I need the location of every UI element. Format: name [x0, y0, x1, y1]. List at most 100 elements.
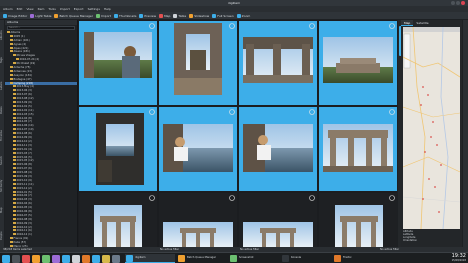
app-launcher-icon[interactable]: [2, 254, 10, 263]
toolbar-label: Preview: [144, 13, 157, 18]
album-label: 2015-03 (7): [16, 151, 32, 155]
quicklaunch-10-icon[interactable]: [112, 254, 120, 263]
toolbar-label: Table: [178, 13, 187, 18]
thumbnail-9[interactable]: [79, 193, 157, 247]
folder-icon: [13, 217, 16, 220]
thumbnail-1[interactable]: [79, 21, 157, 105]
album-label: Aveyron (134): [13, 73, 32, 77]
folder-icon: [10, 38, 13, 41]
map-tab-map[interactable]: Map: [401, 20, 414, 26]
toolbar-batch-queue-button[interactable]: Batch Queue Manager: [54, 13, 93, 18]
toolbar-import-button[interactable]: Import: [95, 13, 111, 18]
taskbar-task[interactable]: Screenshot: [229, 254, 279, 263]
clock[interactable]: 19:32 15/08/2018: [438, 254, 466, 263]
toolbar-table-button[interactable]: Table: [173, 13, 187, 18]
album-label: 2016-08 (9): [16, 217, 32, 221]
folder-icon: [13, 178, 16, 181]
album-label: 2005 (1): [13, 34, 25, 38]
toolbar-fullscreen-button[interactable]: Full Screen: [212, 13, 234, 18]
menu-view[interactable]: View: [26, 7, 33, 11]
maximize-button[interactable]: [456, 1, 460, 5]
map-view[interactable]: [403, 27, 460, 229]
folder-icon: [13, 143, 16, 146]
album-label: 2015-07 (6): [16, 167, 32, 171]
zoom-icon: [236, 13, 241, 18]
image-editor-icon: [3, 13, 7, 18]
quicklaunch-3-icon[interactable]: [42, 254, 50, 263]
quicklaunch-2-icon[interactable]: [32, 254, 40, 263]
album-label: 06 Les Vosges: [16, 54, 35, 58]
folder-icon: [13, 202, 16, 205]
menu-item[interactable]: Item: [38, 7, 45, 11]
folder-icon: [10, 81, 13, 84]
album-label: France (91): [13, 237, 29, 241]
toolbar-label: Import: [100, 13, 111, 18]
toolbar-map-button[interactable]: Map: [159, 13, 170, 18]
minimize-button[interactable]: [451, 1, 455, 5]
map-tab-satellite[interactable]: Satellite: [413, 20, 431, 26]
folder-icon: [13, 54, 16, 57]
thumbnails-icon: [113, 13, 118, 18]
folder-icon: [13, 198, 16, 201]
folder-icon: [16, 58, 19, 61]
folder-icon: [13, 93, 16, 96]
folder-icon: [13, 206, 16, 209]
menu-edit[interactable]: Edit: [17, 7, 23, 11]
thumbnail-3[interactable]: [239, 21, 317, 105]
taskbar-task[interactable]: digiKam: [125, 254, 175, 263]
thumbnails-svg: [79, 21, 397, 247]
table-icon: [173, 13, 178, 18]
album-label: 2016-07-24 (4): [19, 58, 40, 62]
toolbar-thumbnails-button[interactable]: Thumbnails: [113, 13, 136, 18]
folder-icon: [13, 225, 16, 228]
toolbar-light-table-button[interactable]: Light Table: [30, 13, 51, 18]
quicklaunch-7-icon[interactable]: [82, 254, 90, 263]
thumbnail-12[interactable]: [319, 193, 397, 247]
close-button[interactable]: [461, 1, 465, 5]
thumbnail-11[interactable]: [239, 193, 317, 247]
toolbar-slideshow-button[interactable]: Slideshow: [189, 13, 209, 18]
menu-album[interactable]: Album: [3, 7, 13, 11]
thumbnail-5[interactable]: [79, 107, 157, 191]
folder-icon: [10, 69, 13, 72]
thumbnail-6[interactable]: [159, 107, 237, 191]
album-search-input[interactable]: Search...: [7, 26, 75, 30]
taskbar-task[interactable]: Konsole: [281, 254, 331, 263]
taskbar-task[interactable]: Firefox: [333, 254, 383, 263]
thumbnail-4[interactable]: [319, 21, 397, 105]
terminal-icon: [282, 255, 289, 262]
quicklaunch-1-icon[interactable]: [22, 254, 30, 263]
folder-icon: [13, 62, 16, 65]
album-label: Bretagne (47): [13, 77, 32, 81]
folder-icon: [10, 42, 13, 45]
folder-icon: [13, 233, 16, 236]
thumbnail-7[interactable]: [239, 107, 317, 191]
menu-import[interactable]: Import: [60, 7, 70, 11]
album-label: 2014-09 (9): [16, 136, 32, 140]
quicklaunch-6-icon[interactable]: [72, 254, 80, 263]
toolbar-zoom-button[interactable]: Zoom: [236, 13, 250, 18]
thumbnail-grid: [78, 20, 397, 247]
quicklaunch-4-icon[interactable]: [52, 254, 60, 263]
quicklaunch-8-icon[interactable]: [92, 254, 100, 263]
menu-export[interactable]: Export: [74, 7, 84, 11]
thumbnail-10[interactable]: [159, 193, 237, 247]
quicklaunch-5-icon[interactable]: [62, 254, 70, 263]
toolbar-preview-button[interactable]: Preview: [139, 13, 157, 18]
pager-icon[interactable]: [12, 254, 20, 263]
menu-help[interactable]: Help: [104, 7, 111, 11]
folder-icon: [13, 194, 16, 197]
thumbnail-2[interactable]: [159, 21, 237, 105]
taskbar-task[interactable]: Batch Queue Manager: [177, 254, 227, 263]
album-label: 2015-09 (3): [16, 174, 32, 178]
batch-queue-icon: [54, 13, 59, 18]
album-label: 2016-03 (3): [16, 198, 32, 202]
folder-icon: [10, 237, 13, 240]
quicklaunch-9-icon[interactable]: [102, 254, 110, 263]
folder-icon: [10, 34, 13, 37]
album-label: 2015-05 (12): [16, 159, 34, 163]
menu-settings[interactable]: Settings: [88, 7, 100, 11]
menu-tools[interactable]: Tools: [48, 7, 55, 11]
toolbar-image-editor-button[interactable]: Image Editor: [3, 13, 27, 18]
thumbnail-8[interactable]: [319, 107, 397, 191]
